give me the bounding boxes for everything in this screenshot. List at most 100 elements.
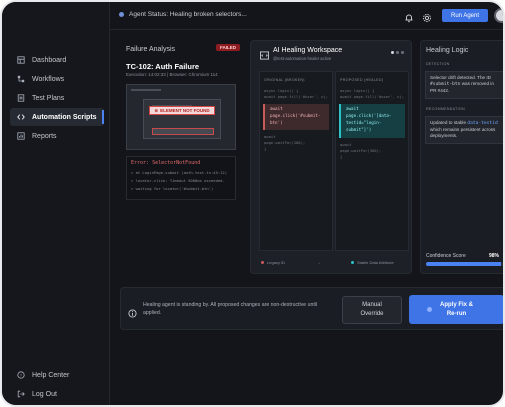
confidence-label: Confidence Score [426, 253, 466, 259]
workspace-title: AI Healing Workspace [273, 47, 343, 54]
error-line: > locator.click: Timeout 5000ms exceeded… [131, 178, 225, 183]
error-line: > at LoginPage.submit (auth.test.ts:45:1… [131, 170, 228, 175]
recommendation-label: RECOMMENDATION [426, 107, 465, 111]
run-agent-button[interactable]: Run Agent [442, 9, 488, 22]
dot-icon [391, 51, 394, 54]
arrow-right-icon: → [317, 260, 321, 265]
top-bar: Agent Status: Healing broken selectors..… [110, 2, 503, 30]
sidebar-item-dashboard[interactable]: Dashboard [10, 51, 104, 69]
proposed-header: PROPOSED (HEALED) [340, 78, 384, 82]
action-bar: Healing agent is standing by. All propos… [120, 287, 503, 330]
dot-icon [401, 51, 404, 54]
legend-legacy-label: Legacy ID [267, 260, 286, 265]
error-log: Error: SelectorNotFound > at LoginPage.s… [126, 156, 236, 200]
sidebar-item-log-out[interactable]: Log Out [10, 385, 104, 403]
chart-icon [17, 132, 25, 140]
code-line: } [340, 154, 343, 159]
broken-submit-button [152, 128, 214, 135]
execution-meta: Execution: 14:02:33 | Browser: Chromium … [126, 72, 218, 77]
code-line: page.waitFor(300); [340, 148, 382, 153]
apply-fix-label: Apply Fix & [439, 301, 473, 308]
screenshot-login-form [143, 99, 221, 139]
detection-label: DETECTION [426, 62, 450, 66]
original-header: ORIGINAL (BROKEN) [264, 78, 305, 82]
removed-line: page.click('#submit- [270, 113, 321, 118]
info-icon [128, 305, 137, 318]
logout-icon [17, 390, 25, 398]
sidebar-item-label: Dashboard [32, 56, 67, 64]
dot-icon [396, 51, 399, 54]
dashboard-icon [17, 56, 25, 64]
code-icon [17, 113, 25, 121]
status-badge: FAILED [216, 44, 241, 51]
legacy-dot-icon [261, 261, 264, 264]
workspace-subtitle: @test-automation-healer active [273, 56, 332, 61]
added-line: testid="login- [346, 120, 382, 125]
ai-healing-workspace-panel: AI Healing Workspace @test-automation-he… [250, 40, 412, 274]
sidebar-item-label: Workflows [32, 75, 65, 83]
proposed-code-pane[interactable]: PROPOSED (HEALED) async login() { await … [335, 71, 409, 251]
sidebar-item-label: Log Out [32, 390, 57, 398]
confidence-bar [426, 262, 503, 266]
sidebar-item-test-plans[interactable]: Test Plans [10, 89, 104, 107]
legend-stable-attribute: Stable Data Attribute [351, 260, 394, 265]
sidebar-item-workflows[interactable]: Workflows [10, 70, 104, 88]
element-not-found-text: ELEMENT NOT FOUND [160, 108, 210, 113]
stable-dot-icon [351, 261, 354, 264]
code-line: await page.fill('#user', u); [340, 94, 405, 99]
help-icon: ? [17, 371, 25, 379]
confidence-value: 98% [489, 253, 500, 259]
warning-icon: ⊗ [154, 107, 159, 113]
confidence-bar-fill [426, 262, 502, 266]
sidebar-item-reports[interactable]: Reports [10, 127, 104, 145]
code-line: async login() { [340, 88, 375, 93]
added-line: submit"]') [346, 127, 372, 132]
recommendation-card: Updated to stable data-testid which rema… [425, 116, 503, 144]
apply-fix-label: Re-run [446, 310, 467, 317]
agent-status: Agent Status: Healing broken selectors..… [119, 11, 247, 18]
app-window: Dashboard Workflows Test Plans Automatio… [0, 0, 505, 407]
healing-logic-panel: Healing Logic DETECTION Selector drift d… [420, 40, 503, 274]
detection-card: Selector drift detected. The ID #submit-… [425, 71, 503, 99]
legend-arrow: → [317, 260, 321, 265]
element-not-found-badge: ⊗ ELEMENT NOT FOUND [149, 106, 215, 115]
failure-analysis-panel: Failure Analysis FAILED TC-102: Auth Fai… [120, 40, 242, 274]
sidebar-item-label: Help Center [32, 371, 70, 379]
sidebar-item-label: Test Plans [32, 94, 65, 102]
code-window-icon [260, 47, 269, 60]
code-line: await page.fill('#user', u); [264, 94, 329, 99]
detection-code: #submit-btn [430, 82, 461, 88]
error-title: Error: SelectorNotFound [131, 160, 201, 166]
original-code-pane[interactable]: ORIGINAL (BROKEN) async login() { await … [259, 71, 333, 251]
sidebar-item-label: Reports [32, 132, 57, 140]
agent-standby-text: Healing agent is standing by. All propos… [143, 302, 318, 316]
avatar[interactable] [494, 8, 503, 23]
removed-code-block: await page.click('#submit- btn') [263, 104, 329, 130]
sidebar-item-help-center[interactable]: ? Help Center [10, 366, 104, 384]
recommendation-text: which remains persistent across deployme… [430, 127, 496, 139]
failure-analysis-title: Failure Analysis [126, 46, 176, 53]
legend-legacy-id: Legacy ID [261, 260, 285, 265]
code-line: await [264, 134, 276, 139]
screenshot-toolbar [131, 89, 161, 91]
manual-override-label: Manual [362, 302, 382, 308]
sidebar-item-automation-scripts[interactable]: Automation Scripts [10, 108, 104, 126]
apply-fix-button[interactable]: Apply Fix & Re-run [409, 295, 503, 324]
failure-screenshot[interactable]: ⊗ ELEMENT NOT FOUND [126, 84, 236, 150]
healing-logic-title: Healing Logic [426, 47, 469, 54]
added-line: await [346, 106, 359, 111]
carousel-dots[interactable] [391, 51, 404, 54]
detection-text: Selector drift detected. The ID [430, 75, 491, 80]
gear-icon[interactable] [422, 10, 432, 22]
bell-icon[interactable] [404, 10, 414, 23]
manual-override-button[interactable]: Manual Override [342, 296, 402, 324]
added-code-block: await page.click('[data- testid="login- … [339, 104, 405, 138]
svg-text:?: ? [20, 373, 23, 378]
code-line: } [264, 146, 267, 151]
recommendation-code: data-testid [467, 121, 498, 126]
sidebar-item-label: Automation Scripts [32, 113, 97, 121]
legend-stable-label: Stable Data Attribute [357, 260, 394, 265]
manual-override-label: Override [360, 311, 384, 317]
sidebar: Dashboard Workflows Test Plans Automatio… [2, 2, 110, 405]
workflow-icon [17, 75, 25, 83]
